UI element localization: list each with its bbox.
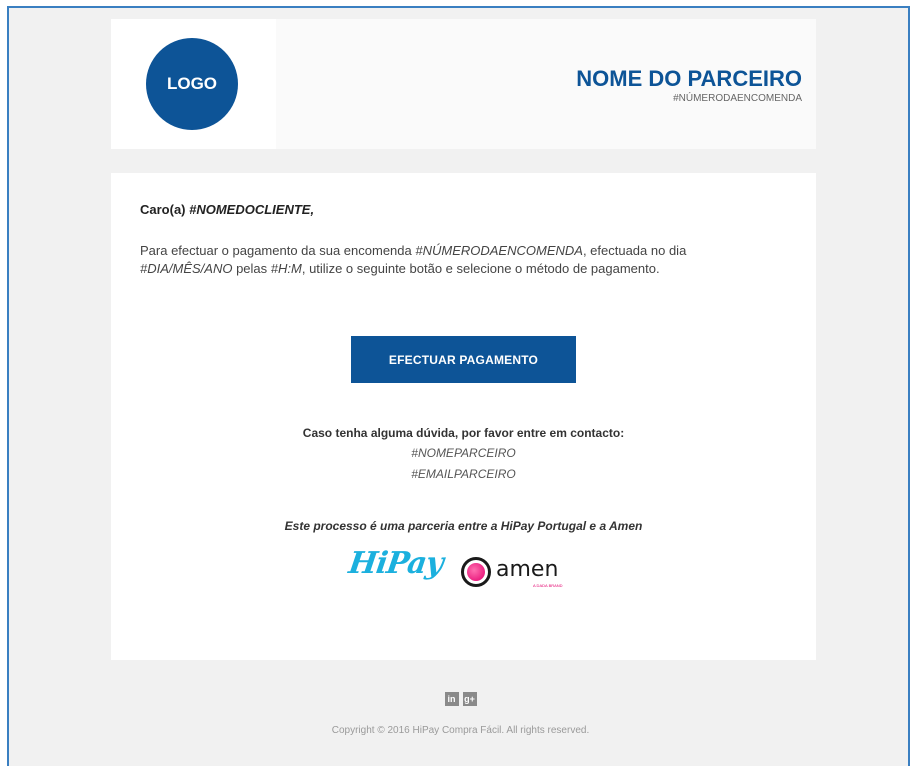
- logo-box: LOGO: [111, 19, 276, 149]
- contact-title: Caso tenha alguma dúvida, por favor entr…: [302, 426, 625, 440]
- hipay-logo: HiPay: [346, 546, 445, 581]
- logo-label: LOGO: [166, 74, 218, 93]
- email-body: Caro(a) #NOMEDOCLIENTE, Para efectuar o …: [111, 173, 816, 660]
- message-part4: , utilize o seguinte botão e selecione o…: [301, 261, 660, 276]
- social-links: in g+: [0, 692, 921, 706]
- amen-tagline: A DADA BRAND: [533, 583, 563, 588]
- partner-name: NOME DO PARCEIRO: [576, 66, 802, 91]
- contact-partner-name: #NOMEPARCEIRO: [411, 446, 516, 460]
- email-header: LOGO NOME DO PARCEIRO #NÚMERODAENCOMENDA: [111, 19, 816, 149]
- google-plus-icon[interactable]: g+: [462, 692, 477, 706]
- partner-logo: LOGO: [146, 38, 238, 130]
- message-part2: , efectuada no dia: [582, 243, 687, 258]
- amen-logo: amen A DADA BRAND: [461, 555, 581, 593]
- greeting: Caro(a) #NOMEDOCLIENTE,: [140, 202, 314, 217]
- customer-name: #NOMEDOCLIENTE,: [189, 202, 315, 217]
- order-number: #NÚMERODAENCOMENDA: [673, 93, 802, 104]
- message-part3: pelas: [232, 261, 271, 276]
- amen-ring-icon: [461, 557, 491, 587]
- pay-button[interactable]: EFECTUAR PAGAMENTO: [351, 336, 576, 383]
- payment-message: Para efectuar o pagamento da sua encomen…: [140, 242, 780, 278]
- greeting-prefix: Caro(a): [140, 202, 190, 217]
- linkedin-icon[interactable]: in: [444, 692, 459, 706]
- message-time: #H:M: [270, 261, 302, 276]
- message-date: #DIA/MÊS/ANO: [140, 261, 233, 276]
- message-part1: Para efectuar o pagamento da sua encomen…: [140, 243, 416, 258]
- message-order: #NÚMERODAENCOMENDA: [415, 243, 583, 258]
- contact-partner-email[interactable]: #EMAILPARCEIRO: [111, 467, 816, 481]
- copyright-text: Copyright © 2016 HiPay Compra Fácil. All…: [331, 725, 590, 736]
- amen-dot-icon: [467, 563, 485, 581]
- amen-wordmark: amen: [496, 557, 559, 582]
- partnership-text: Este processo é uma parceria entre a HiP…: [284, 519, 643, 533]
